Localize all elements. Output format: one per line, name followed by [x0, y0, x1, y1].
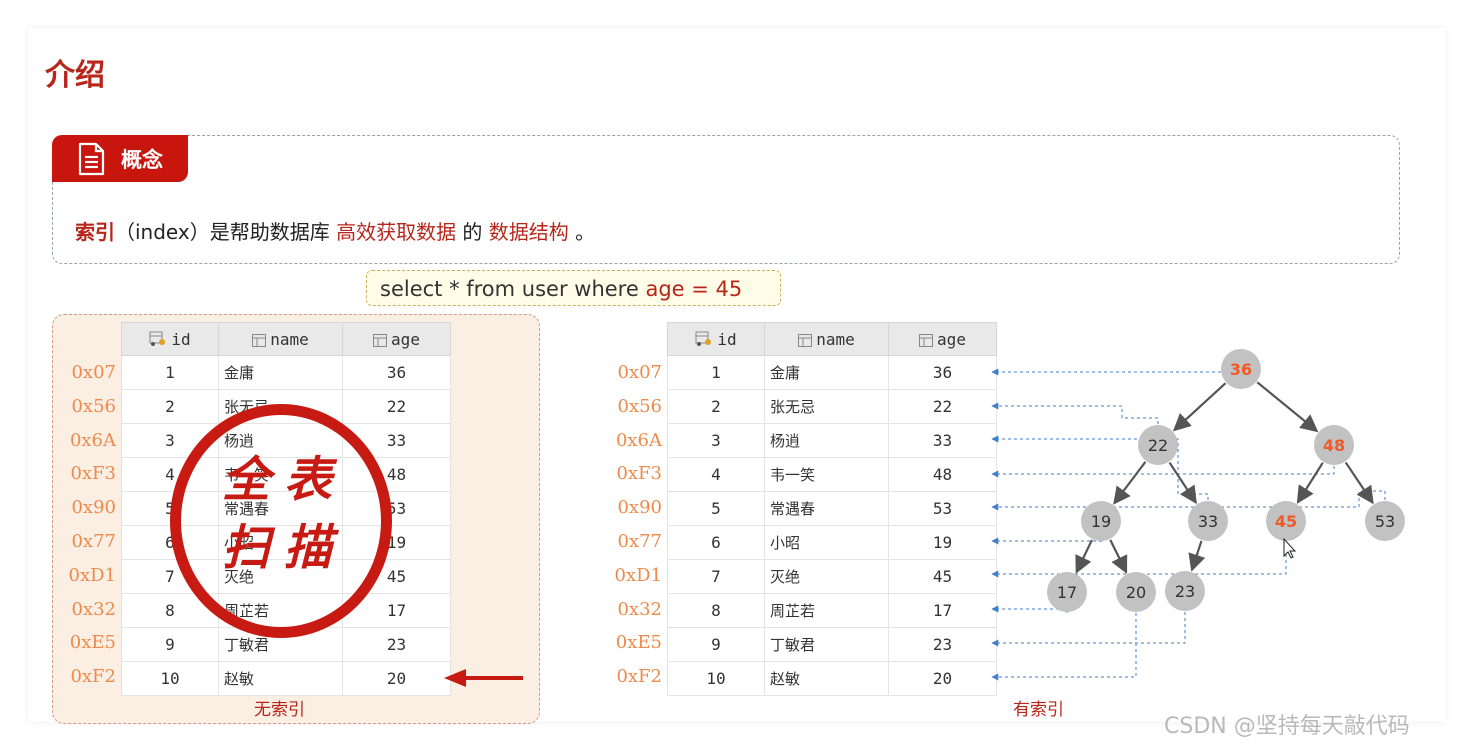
row-pointer-line: [991, 542, 1287, 578]
tree-edge: [1172, 382, 1227, 432]
tree-node-value: 20: [1126, 583, 1146, 602]
tree-node: 53: [1365, 501, 1405, 541]
tree-edge: [1109, 539, 1128, 574]
tree-edge: [1168, 461, 1197, 505]
tree-node-value: 17: [1057, 583, 1077, 602]
row-pointer-line: [991, 613, 1137, 681]
tree-edge: [1075, 539, 1093, 574]
tree-node-value: 36: [1230, 360, 1252, 379]
tree-node-value: 33: [1198, 512, 1218, 531]
tree-node: 23: [1165, 571, 1205, 611]
tree-node: 20: [1116, 572, 1156, 612]
watermark: CSDN @坚持每天敲代码: [1164, 714, 1410, 739]
row-pointer-line: [991, 466, 1335, 478]
tree-edge: [1344, 461, 1374, 505]
tree-node: 36: [1221, 349, 1261, 389]
tree-edge: [1296, 462, 1324, 504]
tree-node: 33: [1188, 501, 1228, 541]
tree-node-value: 19: [1091, 512, 1111, 531]
tree-node: 17: [1047, 572, 1087, 612]
tree-node: 48: [1314, 425, 1354, 465]
tree-edge: [1113, 461, 1147, 505]
row-pointer-line: [991, 612, 1186, 647]
tree-edge: [1256, 381, 1319, 433]
caption-with-index: 有索引: [1013, 700, 1064, 720]
row-pointer-line: [991, 537, 1102, 545]
tree-node: 45: [1266, 501, 1306, 541]
tree-node: 19: [1081, 501, 1121, 541]
row-pointer-line: [991, 605, 1068, 613]
tree-node-value: 45: [1275, 512, 1297, 531]
tree-node-value: 23: [1175, 582, 1195, 601]
tree-node-value: 53: [1375, 512, 1395, 531]
row-pointer-line: [991, 402, 1159, 424]
tree-node-value: 22: [1148, 436, 1168, 455]
tree-node-value: 48: [1323, 436, 1345, 455]
tree-node: 22: [1138, 425, 1178, 465]
tree-edge: [1188, 540, 1206, 572]
binary-search-tree: 36 22 48 19 33 45 53 17 20 23: [991, 349, 1405, 681]
row-pointer-line: [991, 490, 1386, 511]
